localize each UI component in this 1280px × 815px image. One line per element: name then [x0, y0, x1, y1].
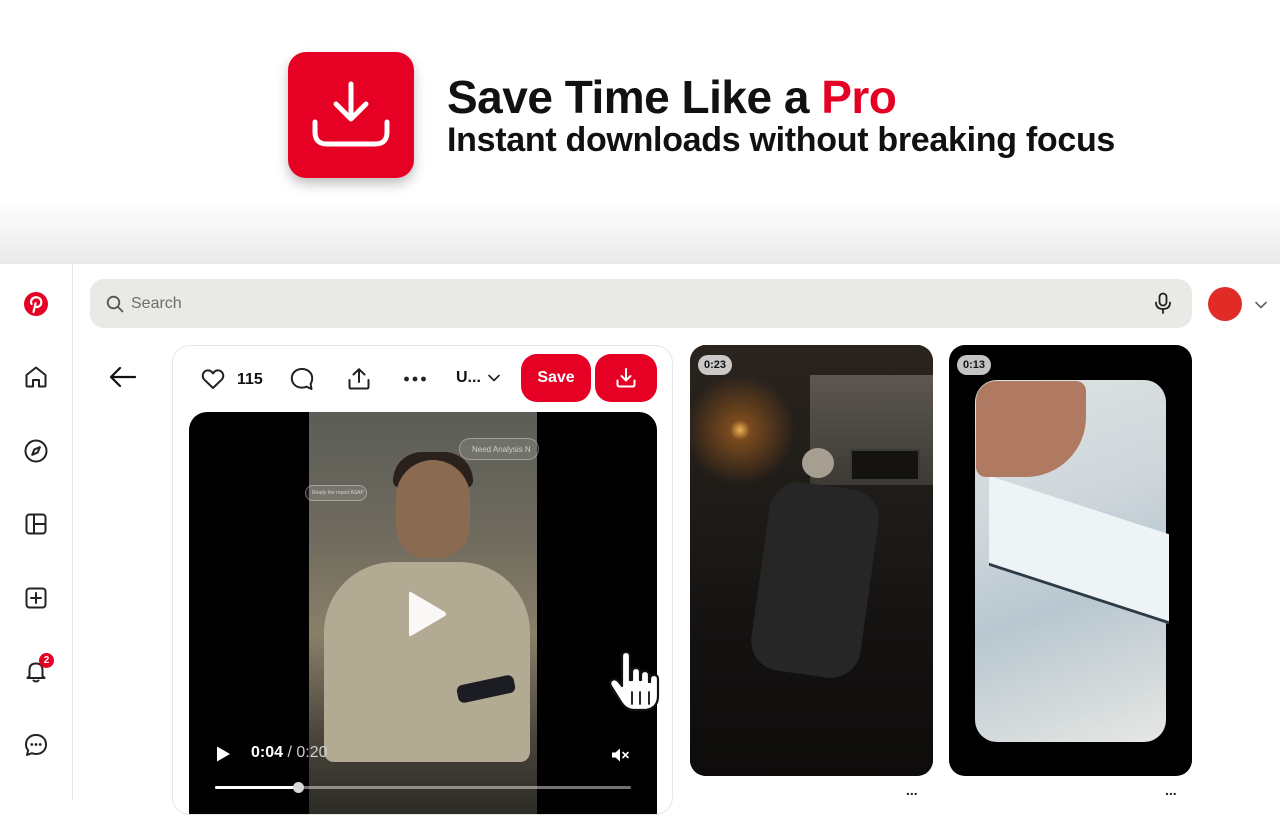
- messages-icon: [25, 734, 47, 756]
- video-subject-head: [396, 460, 470, 558]
- left-sidebar: 2: [0, 264, 73, 800]
- duration-badge: 0:23: [698, 355, 733, 375]
- sidebar-item-explore[interactable]: [18, 433, 54, 469]
- download-tray-icon: [312, 81, 390, 147]
- explore-compass-icon: [24, 439, 48, 463]
- current-time: 0:04: [251, 744, 284, 761]
- create-plus-icon: [25, 587, 47, 609]
- home-icon: [25, 366, 47, 388]
- video-scrubber[interactable]: [293, 782, 305, 793]
- related-pin-image: [802, 448, 834, 478]
- play-icon[interactable]: [215, 745, 231, 763]
- play-overlay-icon[interactable]: [405, 588, 449, 640]
- save-button[interactable]: Save: [521, 354, 591, 402]
- search-input[interactable]: [131, 279, 1111, 328]
- download-button[interactable]: [595, 354, 657, 402]
- more-options-icon[interactable]: [402, 366, 428, 392]
- board-selector[interactable]: U...: [456, 369, 501, 387]
- headline-accent: Pro: [821, 71, 897, 123]
- heart-icon[interactable]: [200, 366, 226, 392]
- chevron-down-icon: [488, 374, 500, 382]
- avatar[interactable]: [1208, 287, 1242, 321]
- sidebar-item-create[interactable]: [18, 580, 54, 616]
- promo-banner: Save Time Like a Pro Instant downloads w…: [0, 0, 1280, 264]
- mute-icon[interactable]: [610, 746, 630, 764]
- back-arrow-icon[interactable]: [108, 364, 138, 390]
- video-time: 0:04 / 0:20: [251, 744, 328, 762]
- board-selector-label: U...: [456, 369, 481, 386]
- search-icon: [106, 295, 124, 313]
- promo-headline: Save Time Like a Pro: [447, 70, 897, 124]
- pin-toolbar: 115 U... Save: [173, 346, 672, 412]
- headline-main: Save Time Like a: [447, 71, 822, 123]
- video-player[interactable]: Need Analysis N Ready the report ASAP 0:…: [189, 412, 657, 814]
- pinterest-app: 2 115: [0, 264, 1280, 815]
- download-icon: [616, 368, 636, 388]
- pin-closeup-card: 115 U... Save Need Analysis N Ready the …: [172, 345, 673, 815]
- pinterest-logo-icon: [24, 292, 48, 316]
- related-pin-image: [850, 449, 920, 481]
- video-overlay-bubble: Need Analysis N: [459, 438, 539, 460]
- related-pin-more-button[interactable]: ...: [1165, 783, 1183, 797]
- comment-icon[interactable]: [289, 366, 315, 392]
- boards-layout-icon: [25, 513, 47, 535]
- video-overlay-bubble: Ready the report ASAP: [305, 485, 367, 501]
- microphone-icon[interactable]: [1151, 291, 1175, 315]
- duration: 0:20: [296, 744, 328, 761]
- duration-badge: 0:13: [957, 355, 992, 375]
- sidebar-item-home[interactable]: [18, 359, 54, 395]
- chevron-down-icon[interactable]: [1254, 298, 1268, 312]
- sidebar-item-boards[interactable]: [18, 506, 54, 542]
- search-bar: [90, 279, 1192, 328]
- time-separator: /: [283, 744, 297, 761]
- notification-badge: 2: [39, 653, 54, 668]
- promo-subline: Instant downloads without breaking focus: [447, 121, 1116, 159]
- hand-pointer-cursor-icon: [609, 652, 660, 712]
- share-icon[interactable]: [346, 366, 372, 392]
- download-app-icon: [288, 52, 414, 178]
- related-pin[interactable]: 0:23: [690, 345, 933, 776]
- sidebar-item-logo[interactable]: [18, 286, 54, 322]
- related-pin-more-button[interactable]: ...: [906, 783, 924, 797]
- video-progress-bar[interactable]: [215, 782, 631, 793]
- sidebar-item-notifications[interactable]: 2: [18, 653, 54, 689]
- related-pin[interactable]: 0:13: [949, 345, 1192, 776]
- sidebar-item-messages[interactable]: [18, 727, 54, 763]
- video-progress-fill: [215, 786, 299, 789]
- like-count: 115: [237, 371, 263, 388]
